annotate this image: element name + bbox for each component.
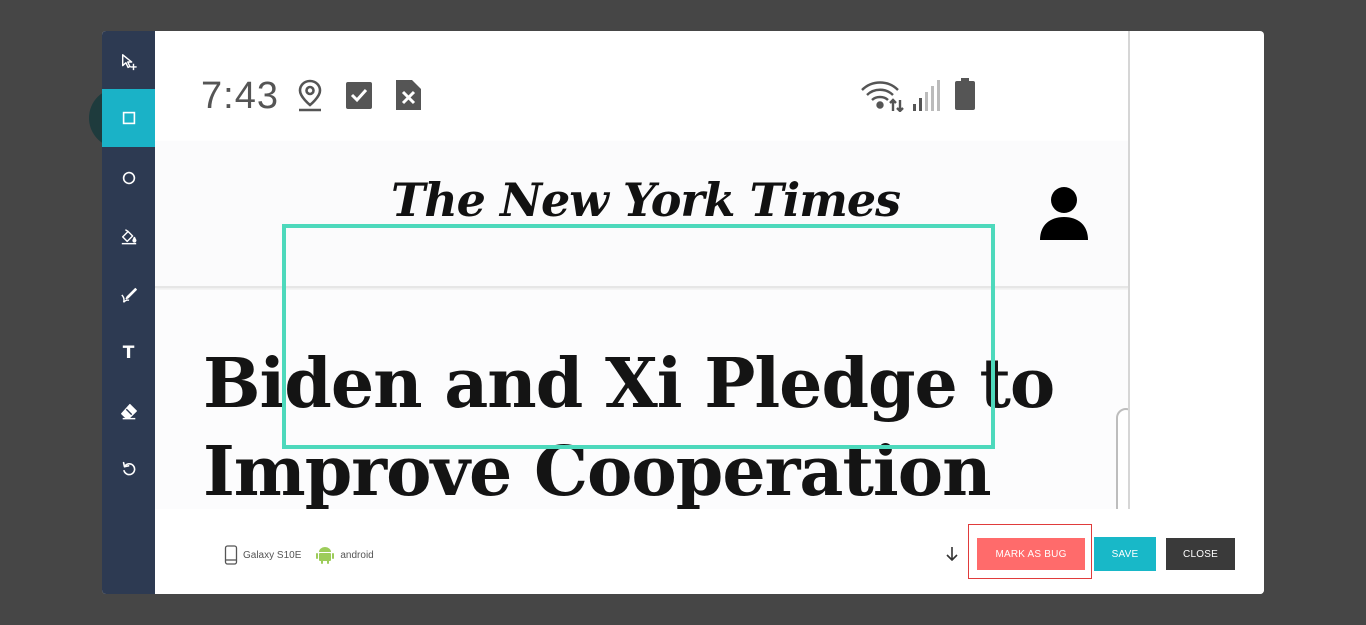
screenshot-divider — [1128, 31, 1130, 509]
mark-as-bug-button[interactable]: MARK AS BUG — [977, 538, 1085, 570]
annotation-toolbar: T — [102, 31, 155, 594]
rectangle-tool[interactable] — [102, 89, 155, 147]
annotation-modal: T 7:43 The New York Times Biden and Xi P… — [102, 31, 1264, 594]
device-info: Galaxy S10E android — [224, 545, 388, 565]
status-clock: 7:43 — [201, 75, 279, 117]
eraser-tool[interactable] — [102, 382, 155, 440]
checkbox-icon — [346, 82, 372, 109]
platform-name: android — [340, 549, 374, 561]
paint-bucket-icon — [121, 229, 136, 245]
phone-icon — [224, 545, 238, 565]
cursor-plus-icon — [121, 54, 137, 71]
square-icon — [122, 111, 135, 125]
file-error-icon — [396, 80, 421, 110]
fill-tool[interactable] — [102, 207, 155, 265]
nyt-masthead-logo[interactable]: The New York Times — [391, 173, 901, 227]
annotation-rectangle[interactable] — [282, 224, 995, 449]
device-screenshot: 7:43 The New York Times Biden and Xi Ple… — [155, 31, 1130, 509]
eraser-icon — [120, 403, 137, 420]
undo-tool[interactable] — [102, 440, 155, 498]
ellipse-tool[interactable] — [102, 149, 155, 207]
pen-icon — [120, 287, 137, 303]
android-icon — [316, 547, 335, 564]
wifi-data-icon — [861, 81, 904, 112]
select-add-tool[interactable] — [102, 33, 155, 91]
save-button[interactable]: SAVE — [1094, 537, 1156, 571]
pen-tool[interactable] — [102, 266, 155, 324]
text-icon: T — [122, 343, 135, 363]
undo-icon — [122, 461, 135, 476]
download-icon[interactable] — [944, 545, 960, 563]
modal-footer: Galaxy S10E android MARK AS BUG SAVE CLO… — [155, 509, 1264, 594]
account-icon[interactable] — [1038, 183, 1090, 243]
close-button[interactable]: CLOSE — [1166, 538, 1235, 570]
location-icon — [298, 79, 322, 112]
signal-icon — [913, 80, 940, 111]
battery-icon — [955, 78, 975, 110]
status-bar: 7:43 — [155, 31, 1130, 141]
device-name: Galaxy S10E — [243, 549, 302, 561]
text-tool[interactable]: T — [102, 324, 155, 382]
circle-icon — [122, 171, 135, 185]
